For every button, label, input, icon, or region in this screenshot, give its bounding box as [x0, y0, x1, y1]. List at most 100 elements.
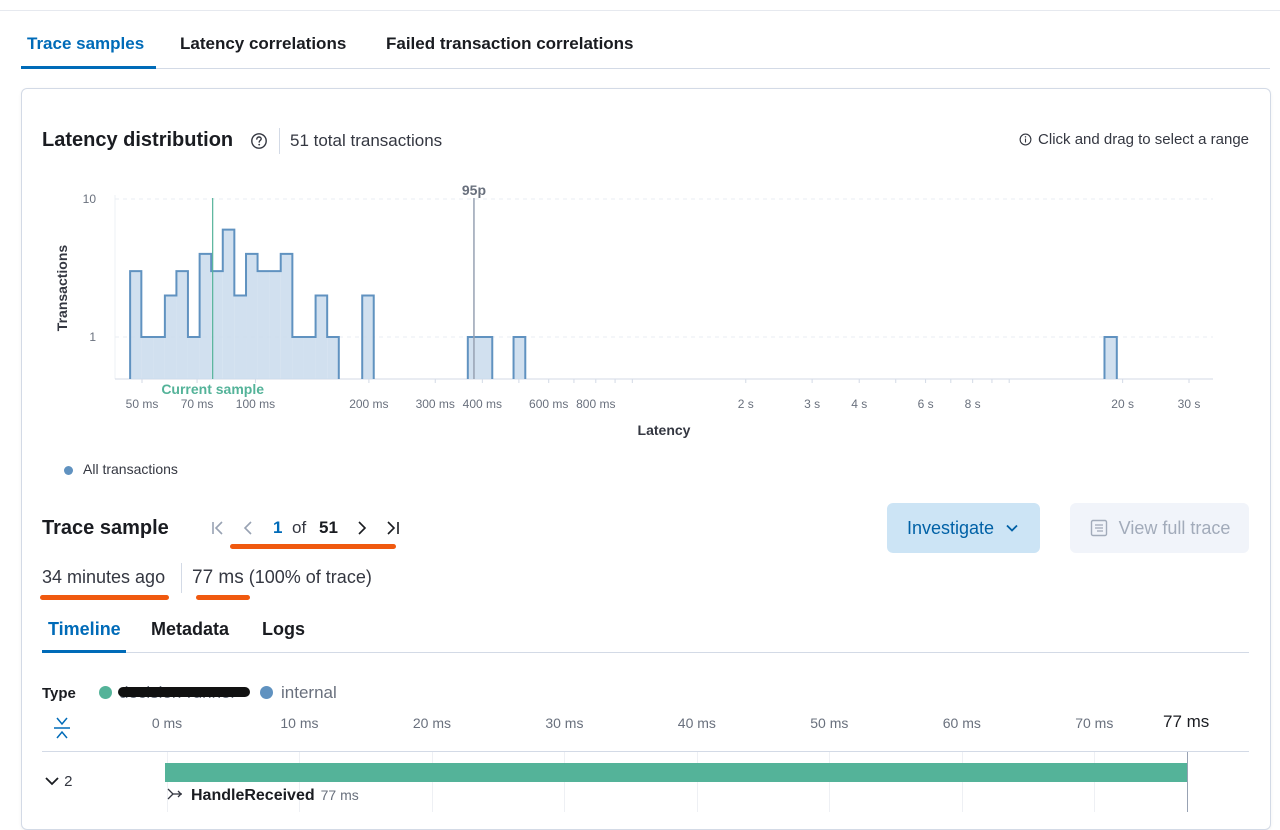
histogram-bar: [280, 253, 293, 379]
histogram-bar: [222, 229, 235, 379]
internal-color-dot: [260, 686, 273, 699]
timeline-tick: 10 ms: [280, 715, 319, 731]
histogram-bar: [187, 337, 200, 379]
next-page-icon[interactable]: [351, 517, 373, 539]
histogram-bar: [176, 271, 188, 379]
timeline-end-label: 77 ms: [1163, 712, 1210, 731]
x-tick-label: 600 ms: [529, 397, 568, 411]
histogram-bar: [362, 295, 374, 379]
span-end-marker: [1187, 752, 1188, 812]
current-page[interactable]: 1: [273, 518, 282, 538]
tab-logs[interactable]: Logs: [262, 619, 305, 640]
child-count: 2: [64, 773, 73, 790]
x-tick-label: 4 s: [851, 397, 867, 411]
tab-timeline[interactable]: Timeline: [48, 619, 121, 640]
chevron-down-icon: [45, 777, 59, 786]
span-duration: 77 ms: [320, 787, 359, 803]
view-full-trace-label: View full trace: [1118, 517, 1231, 538]
meta-divider: [181, 563, 182, 593]
histogram-bar: [246, 253, 258, 379]
y-tick-label: 1: [89, 330, 96, 344]
x-tick-label: 30 s: [1178, 397, 1201, 411]
histogram-bar: [513, 337, 526, 379]
service-color-dot: [99, 686, 112, 699]
timeline-gridline: [1094, 752, 1096, 812]
timeline-tick: 50 ms: [810, 715, 849, 731]
annotation-underline: [230, 544, 396, 549]
expand-toggle[interactable]: 2: [44, 773, 76, 793]
x-tick-label: 3 s: [804, 397, 820, 411]
redaction-mark: [118, 687, 250, 697]
y-axis-title: Transactions: [54, 245, 70, 332]
x-tick-label: 400 ms: [463, 397, 502, 411]
sample-tabs: Timeline Metadata Logs: [42, 610, 1249, 653]
previous-page-icon[interactable]: [237, 517, 259, 539]
histogram-bar: [257, 271, 270, 379]
legend-dot: [64, 466, 73, 475]
view-full-trace-button[interactable]: View full trace: [1070, 503, 1249, 553]
timeline-gridline: [961, 752, 963, 812]
histogram-bar: [1104, 337, 1117, 379]
type-label: Type: [42, 685, 76, 702]
span-bar[interactable]: [165, 763, 1187, 782]
trace-sample-title: Trace sample: [42, 517, 169, 539]
x-axis-title: Latency: [638, 422, 691, 438]
annotation-underline: [40, 595, 169, 600]
span-name: HandleReceived: [191, 787, 315, 804]
timeline-gridline: [564, 752, 566, 812]
x-tick-label: 300 ms: [416, 397, 455, 411]
histogram-bar: [327, 337, 339, 379]
x-tick-label: 70 ms: [181, 397, 214, 411]
histogram-bar: [269, 271, 281, 379]
collapse-all-icon[interactable]: [51, 715, 73, 741]
x-tick-label: 6 s: [918, 397, 934, 411]
investigate-button[interactable]: Investigate: [887, 503, 1040, 553]
duration-percent: (100% of trace): [248, 567, 372, 587]
investigate-label: Investigate: [906, 517, 995, 538]
duration-value: 77 ms: [192, 567, 244, 588]
total-pages[interactable]: 51: [319, 518, 338, 538]
histogram-bar: [234, 295, 247, 379]
internal-type-name: internal: [281, 683, 337, 702]
sample-timestamp: 34 minutes ago: [42, 567, 166, 587]
timeline-gridline: [696, 752, 698, 812]
x-tick-label: 100 ms: [236, 397, 275, 411]
chart-legend[interactable]: All transactions: [64, 461, 178, 477]
histogram-bar: [141, 337, 154, 379]
x-tick-label: 50 ms: [126, 397, 159, 411]
chevron-down-icon: [1006, 524, 1018, 532]
histogram-bar: [467, 337, 493, 379]
timeline-gridline: [431, 752, 433, 812]
timeline-tick: 40 ms: [677, 715, 716, 731]
page-of-label: of: [292, 518, 307, 537]
y-tick-label: 10: [83, 192, 97, 206]
x-axis-ticks: 50 ms 70 ms 100 ms 200 ms 300 ms 400 ms 600 ms…: [126, 379, 1201, 411]
first-page-icon[interactable]: [208, 517, 230, 539]
histogram-bar: [315, 295, 328, 379]
tab-metadata[interactable]: Metadata: [151, 619, 229, 640]
active-subtab-indicator: [42, 650, 126, 653]
current-sample-label: Current sample: [161, 381, 264, 397]
timeline-gridline: [829, 752, 831, 812]
x-tick-label: 20 s: [1111, 397, 1134, 411]
sample-duration: 77 ms (100% of trace): [192, 567, 372, 589]
document-icon: [1090, 519, 1107, 537]
timeline-tick: 30 ms: [545, 715, 584, 731]
timeline-tick: 0 ms: [151, 715, 183, 731]
percentile-95-label: 95p: [462, 182, 486, 198]
histogram-bar: [164, 295, 177, 379]
histogram-bar: [153, 337, 165, 379]
x-tick-label: 200 ms: [349, 397, 388, 411]
last-page-icon[interactable]: [381, 517, 403, 539]
histogram-bar: [199, 253, 212, 379]
annotation-underline: [196, 595, 250, 600]
histogram-bar: [303, 337, 316, 379]
span-label[interactable]: HandleReceived 77 ms: [167, 787, 359, 805]
timeline-tick: 70 ms: [1075, 715, 1114, 731]
x-tick-label: 800 ms: [576, 397, 615, 411]
merge-icon: [167, 788, 182, 800]
histogram-bar: [130, 271, 142, 379]
legend-label: All transactions: [83, 461, 178, 477]
histogram-bar: [292, 337, 304, 379]
y-axis-ticks: 10 1: [83, 192, 97, 344]
